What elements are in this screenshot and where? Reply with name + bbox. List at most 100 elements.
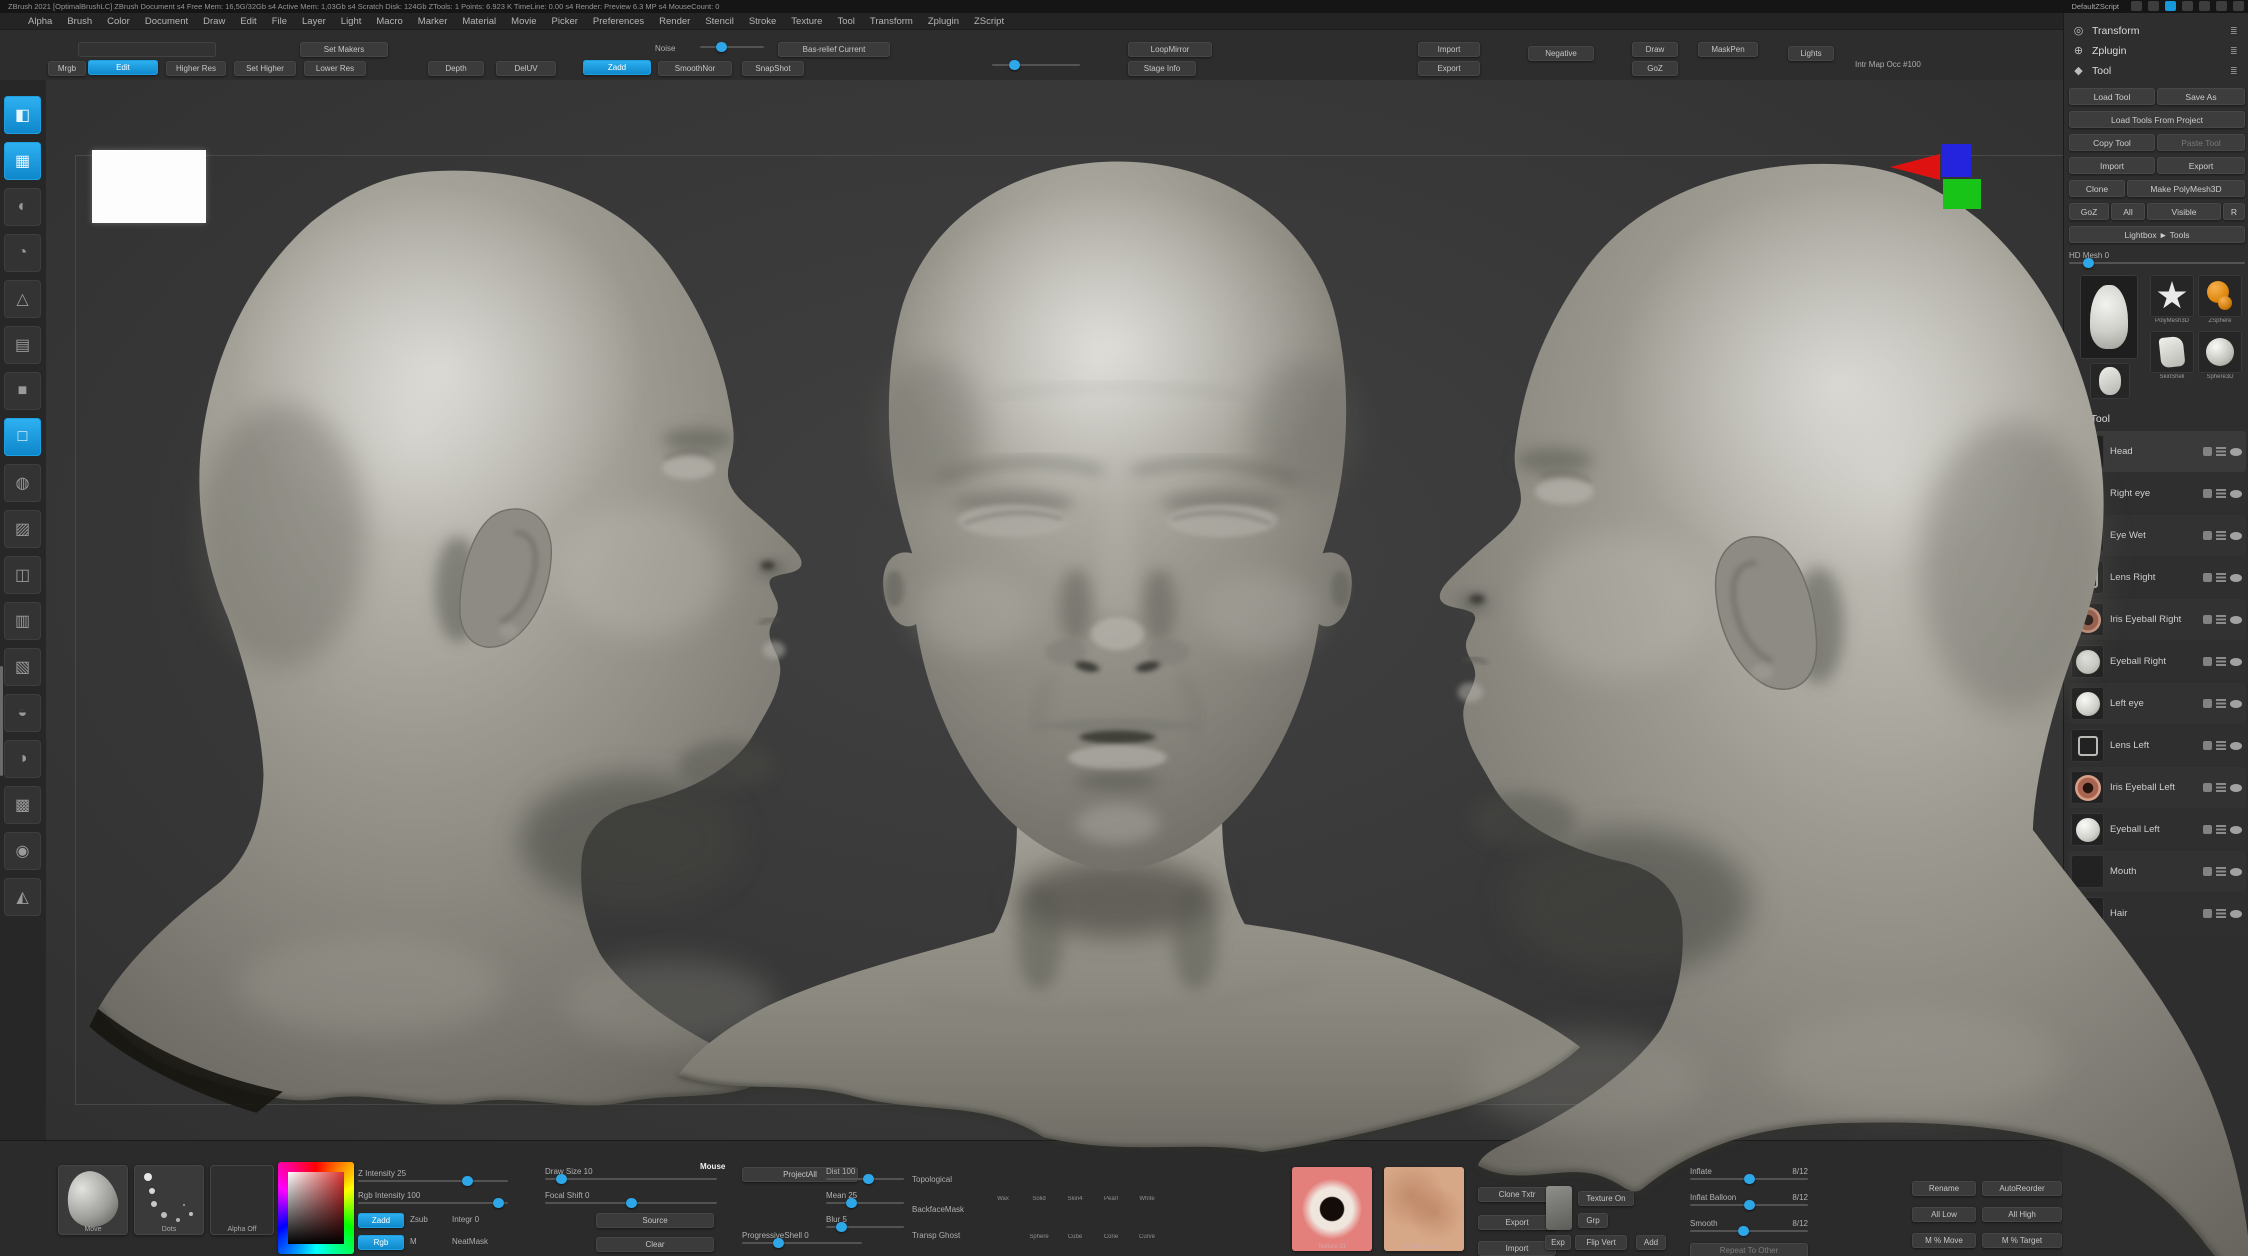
shelf-button-deluv[interactable]: DelUV bbox=[496, 61, 556, 76]
dock-tile-14-icon[interactable]: ◒ bbox=[4, 694, 41, 732]
menu-edit[interactable]: Edit bbox=[240, 16, 256, 27]
menu-alpha[interactable]: Alpha bbox=[28, 16, 52, 27]
tool-button-clone[interactable]: Clone bbox=[2069, 180, 2125, 197]
shelf-slider-item[interactable] bbox=[992, 62, 1080, 76]
tray-menu-icon[interactable]: ≣ bbox=[2230, 47, 2240, 56]
layers-icon[interactable] bbox=[2216, 867, 2226, 876]
tool-button-r[interactable]: R bbox=[2223, 203, 2245, 220]
bottom-slider-knob[interactable] bbox=[1744, 1174, 1755, 1184]
subtool-row-lens-right[interactable]: Lens Right bbox=[2068, 557, 2246, 598]
menu-draw[interactable]: Draw bbox=[203, 16, 225, 27]
pen-icon[interactable] bbox=[2203, 699, 2212, 708]
shelf-button-set-makers[interactable]: Set Makers bbox=[300, 42, 388, 57]
pen-icon[interactable] bbox=[2203, 783, 2212, 792]
menu-movie[interactable]: Movie bbox=[511, 16, 536, 27]
bottom-button-clear[interactable]: Clear bbox=[596, 1237, 714, 1252]
pen-icon[interactable] bbox=[2203, 909, 2212, 918]
color-picker-sv-square[interactable] bbox=[288, 1172, 344, 1244]
bottom-label-topological[interactable]: Topological bbox=[912, 1175, 978, 1184]
subtool-row-lens-left[interactable]: Lens Left bbox=[2068, 725, 2246, 766]
menu-preferences[interactable]: Preferences bbox=[593, 16, 644, 27]
pen-icon[interactable] bbox=[2203, 447, 2212, 456]
subtool-row-right-eye[interactable]: Right eye bbox=[2068, 473, 2246, 514]
shelf-button-edit[interactable]: Edit bbox=[88, 60, 158, 75]
menu-light[interactable]: Light bbox=[341, 16, 362, 27]
bottom-slider-knob[interactable] bbox=[1738, 1226, 1749, 1236]
bottom-button-all-high[interactable]: All High bbox=[1982, 1207, 2062, 1222]
matcap-curve[interactable] bbox=[1134, 1207, 1160, 1233]
tool-button-copy-tool[interactable]: Copy Tool bbox=[2069, 134, 2155, 151]
menu-picker[interactable]: Picker bbox=[552, 16, 578, 27]
menu-marker[interactable]: Marker bbox=[418, 16, 448, 27]
tray-tool[interactable]: ◆Tool≣ bbox=[2072, 62, 2240, 80]
bottom-slider-knob[interactable] bbox=[836, 1222, 847, 1232]
pen-icon[interactable] bbox=[2203, 657, 2212, 666]
tool-button-all[interactable]: All bbox=[2111, 203, 2145, 220]
tool-button-paste-tool[interactable]: Paste Tool bbox=[2157, 134, 2245, 151]
shelf-button-zadd[interactable]: Zadd bbox=[583, 60, 651, 75]
color-picker[interactable] bbox=[278, 1162, 354, 1254]
tool-button-import[interactable]: Import bbox=[2069, 157, 2155, 174]
bottom-slider-knob[interactable] bbox=[846, 1198, 857, 1208]
shelf-button-goz[interactable]: GoZ bbox=[1632, 61, 1678, 76]
tray-zplugin[interactable]: ⊕Zplugin≣ bbox=[2072, 42, 2240, 60]
bottom-label-integr-0[interactable]: Integr 0 bbox=[452, 1215, 512, 1224]
menu-tool[interactable]: Tool bbox=[837, 16, 854, 27]
bottom-button-exp[interactable]: Exp bbox=[1545, 1235, 1571, 1250]
current-stroke-tile[interactable]: Dots bbox=[134, 1165, 204, 1235]
menu-stencil[interactable]: Stencil bbox=[705, 16, 734, 27]
expand-icon[interactable] bbox=[2233, 1, 2244, 11]
recent-tool-thumbnail[interactable] bbox=[2090, 363, 2130, 399]
layers-icon[interactable] bbox=[2216, 447, 2226, 456]
bottom-slider-knob[interactable] bbox=[626, 1198, 637, 1208]
dock-tile-18-icon[interactable]: ◭ bbox=[4, 878, 41, 916]
shelf-button-negative[interactable]: Negative bbox=[1528, 46, 1594, 61]
menu-stroke[interactable]: Stroke bbox=[749, 16, 776, 27]
matcap-wax[interactable] bbox=[990, 1169, 1016, 1195]
quickpick-skinshell[interactable] bbox=[2150, 331, 2194, 373]
menu-zscript[interactable]: ZScript bbox=[974, 16, 1004, 27]
minimize-icon[interactable] bbox=[2216, 1, 2227, 11]
eye-icon[interactable] bbox=[2230, 616, 2242, 624]
bottom-slider-dist-100[interactable]: Dist 100 bbox=[826, 1167, 904, 1181]
layers-icon[interactable] bbox=[2216, 489, 2226, 498]
bottom-slider-track[interactable] bbox=[1690, 1204, 1808, 1206]
bottom-button-m-target[interactable]: M % Target bbox=[1982, 1233, 2062, 1248]
subtool-row-eyeball-right[interactable]: Eyeball Right bbox=[2068, 641, 2246, 682]
texture-tile-texture-01[interactable]: Texture 01 bbox=[1292, 1167, 1372, 1251]
bottom-slider-rgb-intensity-100[interactable]: Rgb Intensity 100 bbox=[358, 1191, 508, 1205]
layers-icon[interactable] bbox=[2216, 657, 2226, 666]
matcap-cone[interactable] bbox=[1098, 1207, 1124, 1233]
shelf-button-higher-res[interactable]: Higher Res bbox=[166, 61, 226, 76]
dock-tile-1-icon[interactable]: ◧ bbox=[4, 96, 41, 134]
layers-icon[interactable] bbox=[2216, 909, 2226, 918]
eye-icon[interactable] bbox=[2230, 658, 2242, 666]
bottom-label-m[interactable]: M bbox=[410, 1237, 434, 1246]
tool-button-goz[interactable]: GoZ bbox=[2069, 203, 2109, 220]
bottom-slider-inflate[interactable]: Inflate8/12 bbox=[1690, 1167, 1808, 1181]
bottom-slider-track[interactable] bbox=[358, 1202, 508, 1204]
bottom-slider-smooth[interactable]: Smooth8/12 bbox=[1690, 1219, 1808, 1233]
dock-tile-16-icon[interactable]: ▩ bbox=[4, 786, 41, 824]
bottom-button-rename[interactable]: Rename bbox=[1912, 1181, 1976, 1196]
dock-tile-12-icon[interactable]: ▥ bbox=[4, 602, 41, 640]
layers-icon[interactable] bbox=[2216, 615, 2226, 624]
layers-icon[interactable] bbox=[2216, 531, 2226, 540]
matcap-solid[interactable] bbox=[1026, 1169, 1052, 1195]
bottom-slider-focal-shift-0[interactable]: Focal Shift 0 bbox=[545, 1191, 717, 1205]
dock-tile-5-icon[interactable]: △ bbox=[4, 280, 41, 318]
bottom-slider-knob[interactable] bbox=[556, 1174, 567, 1184]
pen-icon[interactable] bbox=[2203, 867, 2212, 876]
bottom-label-backfacemask[interactable]: BackfaceMask bbox=[912, 1205, 986, 1214]
bottom-slider-knob[interactable] bbox=[1744, 1200, 1755, 1210]
layers-icon[interactable] bbox=[2216, 741, 2226, 750]
bottom-button-m-move[interactable]: M % Move bbox=[1912, 1233, 1976, 1248]
shelf-button-draw[interactable]: Draw bbox=[1632, 42, 1678, 57]
tool-button-save-as[interactable]: Save As bbox=[2157, 88, 2245, 105]
bottom-button-add[interactable]: Add bbox=[1636, 1235, 1666, 1250]
pen-icon[interactable] bbox=[2203, 531, 2212, 540]
shelf-button-bas-relief-current[interactable]: Bas-relief Current bbox=[778, 42, 890, 57]
shelf-slider-knob[interactable] bbox=[1009, 60, 1020, 70]
dock-tile-3-icon[interactable]: ◐ bbox=[4, 188, 41, 226]
eye-icon[interactable] bbox=[2230, 700, 2242, 708]
